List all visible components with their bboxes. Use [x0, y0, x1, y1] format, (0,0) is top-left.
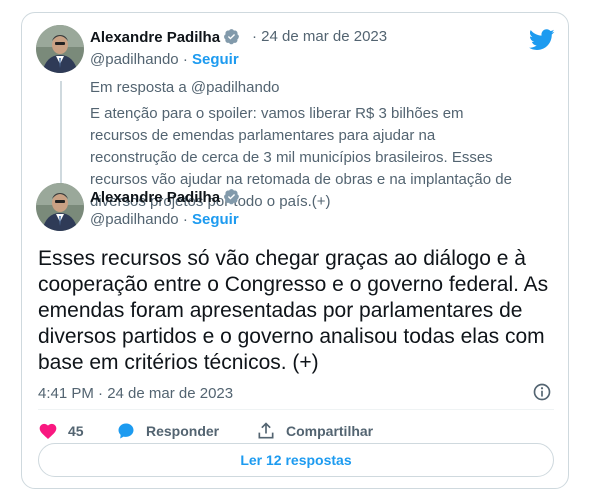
- reply-context[interactable]: Em resposta a @padilhando: [90, 79, 280, 96]
- tweet-embed-card: Alexandre Padilha · 24 de mar de 2023 @p…: [21, 12, 569, 489]
- speech-bubble-icon: [118, 423, 134, 439]
- follow-button[interactable]: Seguir: [192, 51, 239, 68]
- author-name-text[interactable]: Alexandre Padilha: [90, 29, 220, 46]
- divider: [38, 409, 554, 410]
- share-icon: [258, 422, 274, 439]
- avatar-photo-icon: [36, 25, 84, 73]
- avatar[interactable]: [36, 25, 84, 73]
- tweet-date-text[interactable]: 24 de mar de 2023: [261, 28, 387, 45]
- like-count: 45: [68, 423, 84, 439]
- share-label: Compartilhar: [286, 423, 374, 439]
- author-handle[interactable]: @padilhando: [90, 211, 179, 228]
- verified-badge-icon: [224, 189, 239, 205]
- separator: ·: [182, 211, 188, 228]
- author-name[interactable]: Alexandre Padilha: [90, 188, 240, 206]
- reply-label: Responder: [146, 423, 220, 439]
- verified-badge-icon: [224, 29, 239, 45]
- handle-row: @padilhando · Seguir: [90, 51, 239, 68]
- avatar[interactable]: [36, 183, 84, 231]
- avatar-photo-icon: [36, 183, 84, 231]
- info-icon[interactable]: [532, 382, 552, 402]
- author-handle[interactable]: @padilhando: [90, 51, 179, 68]
- read-replies-button[interactable]: Ler 12 respostas: [38, 443, 554, 477]
- tweet-timestamp[interactable]: 4:41 PM · 24 de mar de 2023: [38, 385, 233, 402]
- separator: ·: [182, 51, 188, 68]
- handle-row: @padilhando · Seguir: [90, 211, 239, 228]
- author-name-text[interactable]: Alexandre Padilha: [90, 189, 220, 206]
- twitter-bird-icon[interactable]: [529, 29, 555, 51]
- follow-button[interactable]: Seguir: [192, 211, 239, 228]
- thread-connector-line: [60, 81, 62, 185]
- tweet-text: Esses recursos só vão chegar graças ao d…: [38, 247, 549, 374]
- tweet-date[interactable]: · 24 de mar de 2023: [252, 28, 387, 45]
- heart-icon: [39, 423, 57, 439]
- author-name[interactable]: Alexandre Padilha: [90, 28, 240, 46]
- separator: ·: [252, 28, 257, 45]
